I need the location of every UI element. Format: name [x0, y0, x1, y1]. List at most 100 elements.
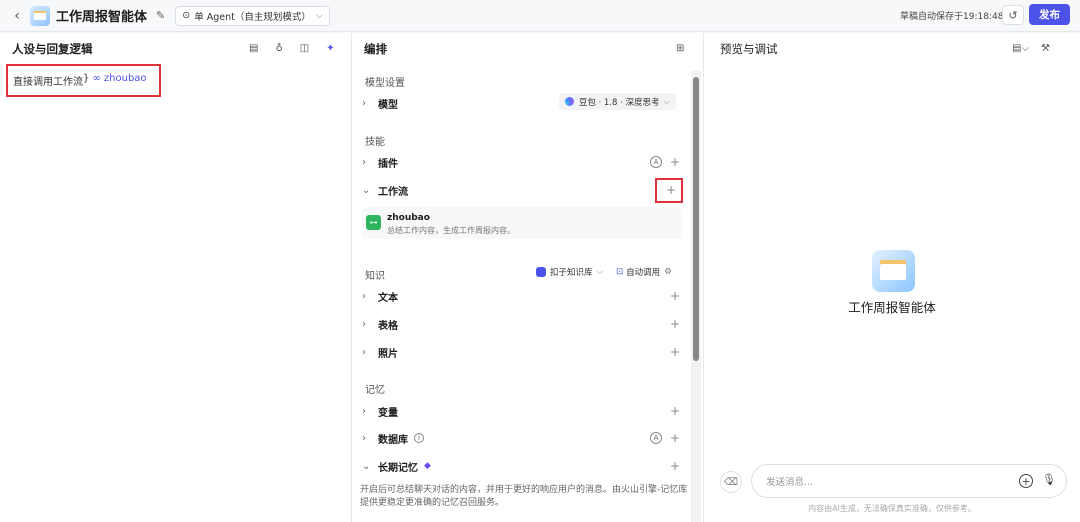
chevron-down-icon: ⌄ [362, 460, 371, 472]
clear-history-button[interactable]: ⌫ [720, 471, 742, 493]
add-workflow-highlight [655, 178, 683, 203]
workflow-item-desc: 总结工作内容，生成工作周报内容。 [387, 226, 515, 235]
add-database-icon[interactable]: + [670, 431, 680, 445]
variables-row[interactable]: › 变量 + [362, 400, 684, 422]
workflow-icon: ⊶ [366, 215, 381, 230]
ai-disclaimer: 内容由AI生成，无法确保真实准确，仅供参考。 [808, 504, 976, 513]
doubao-logo-icon [564, 97, 574, 106]
memory-section-label: 记忆 [365, 385, 385, 396]
chevron-right-icon: › [362, 432, 366, 444]
database-label: 数据库 [378, 434, 408, 446]
chevron-down-icon: ⌵ [663, 96, 670, 107]
back-arrow-icon[interactable]: ‹ [6, 8, 28, 24]
long-memory-description: 开启后可总结聊天对话的内容，并用于更好的响应用户的消息。由火山引擎-记忆库提供更… [360, 485, 688, 508]
scrollbar[interactable] [693, 77, 699, 361]
agent-icon: ⊙ [182, 10, 191, 21]
kb-source-selector[interactable]: 扣子知识库 ⌵ [536, 266, 603, 278]
chevron-right-icon: › [362, 156, 366, 168]
workflow-item-name: zhoubao [387, 213, 430, 223]
bulb-icon[interactable]: ♁ [275, 43, 282, 54]
chevron-down-icon: ⌵ [596, 267, 603, 277]
workflow-row[interactable]: ⌄ 工作流 + [362, 179, 684, 201]
photo-row[interactable]: › 照片 + [362, 341, 684, 363]
workflow-reference-label: zhoubao [103, 73, 147, 84]
workflow-reference-chip[interactable]: ∞ zhoubao [92, 73, 146, 84]
wrench-icon[interactable]: ⚒ [1041, 43, 1050, 54]
orchestration-panel: 编排 ⊞ 模型设置 › 模型 豆包 · 1.8 · 深度思考 ⌵ 技能 › 插件… [352, 33, 704, 522]
variables-label: 变量 [378, 407, 398, 419]
model-section-label: 模型设置 [365, 78, 405, 89]
database-row[interactable]: › 数据库 i A + [362, 427, 684, 449]
add-text-icon[interactable]: + [670, 289, 680, 303]
chevron-right-icon: › [362, 346, 366, 358]
bot-name: 工作周报智能体 [848, 300, 936, 315]
chevron-right-icon: › [362, 318, 366, 330]
table-label: 表格 [378, 320, 398, 332]
debug-view-icon[interactable]: ▤⌵ [1012, 43, 1029, 54]
auto-call-icon: ⊡ [616, 267, 624, 277]
orchestration-toolbar: ⊞ [676, 43, 684, 54]
info-icon[interactable]: i [414, 433, 424, 443]
layout-icon[interactable]: ◫ [300, 43, 309, 54]
message-placeholder: 发送消息... [766, 477, 814, 488]
template-icon[interactable]: ▤ [249, 43, 258, 54]
model-value: 豆包 · 1.8 · 深度思考 [578, 97, 660, 108]
kb-icon [536, 267, 546, 277]
chevron-right-icon: › [362, 97, 366, 109]
add-table-icon[interactable]: + [670, 317, 680, 331]
workflow-link-icon: ∞ [92, 73, 101, 84]
chevron-right-icon: › [362, 290, 366, 302]
add-long-memory-icon[interactable]: + [670, 459, 680, 473]
chevron-down-icon: ⌵ [315, 10, 323, 21]
chevron-right-icon: › [362, 405, 366, 417]
bot-avatar [872, 250, 915, 292]
skills-section-label: 技能 [365, 137, 385, 148]
chevron-down-icon: ⌄ [362, 184, 371, 196]
add-photo-icon[interactable]: + [670, 345, 680, 359]
brace-glyph: } [83, 73, 90, 84]
ai-optimize-icon[interactable]: ✦ [326, 43, 334, 54]
knowledge-section-label: 知识 [365, 271, 385, 282]
text-label: 文本 [378, 292, 398, 304]
add-attachment-icon[interactable]: + [1019, 474, 1033, 488]
plugins-row[interactable]: › 插件 A + [362, 151, 684, 173]
preview-panel: 预览与调试 ▤⌵ ⚒ 工作周报智能体 ⌫ 发送消息... + 🎙 内容由AI生成… [704, 33, 1080, 522]
add-plugin-icon[interactable]: + [670, 155, 680, 169]
message-input[interactable]: 发送消息... + 🎙 [751, 464, 1067, 498]
persona-panel: 人设与回复逻辑 ▤ ♁ ◫ ✦ 直接调用工作流} ∞ zhoubao [0, 33, 352, 522]
autosave-status: 草稿自动保存于19:18:48 [900, 12, 1004, 22]
auto-icon[interactable]: A [650, 432, 662, 444]
auto-icon[interactable]: A [650, 156, 662, 168]
history-button[interactable]: ↺ [1002, 5, 1024, 25]
top-bar: ‹ 工作周报智能体 ✎ ⊙ 单 Agent（自主规划模式） ⌵ 草稿自动保存于1… [0, 0, 1080, 32]
long-memory-label: 长期记忆 [378, 462, 418, 474]
premium-gem-icon: ◆ [424, 461, 431, 471]
broom-icon: ⌫ [723, 476, 739, 488]
model-row-label: 模型 [378, 99, 398, 111]
model-selector[interactable]: 豆包 · 1.8 · 深度思考 ⌵ [558, 93, 676, 110]
plugins-label: 插件 [378, 158, 398, 170]
microphone-icon[interactable]: 🎙 [1042, 473, 1056, 486]
prompt-editor[interactable]: 直接调用工作流} ∞ zhoubao [6, 64, 161, 97]
workflow-label: 工作流 [378, 186, 408, 198]
table-row[interactable]: › 表格 + [362, 313, 684, 335]
history-icon: ↺ [1008, 8, 1018, 22]
prompt-text: 直接调用工作流 [13, 77, 83, 88]
edit-icon[interactable]: ✎ [156, 9, 165, 22]
app-title: 工作周报智能体 [56, 10, 148, 25]
agent-mode-selector[interactable]: ⊙ 单 Agent（自主规划模式） ⌵ [175, 5, 330, 26]
settings-icon[interactable]: ⚙ [664, 267, 672, 277]
app-avatar-icon [30, 5, 50, 26]
add-variable-icon[interactable]: + [670, 404, 680, 418]
model-row[interactable]: › 模型 豆包 · 1.8 · 深度思考 ⌵ [362, 92, 684, 114]
grid-icon[interactable]: ⊞ [676, 43, 684, 54]
publish-button[interactable]: 发布 [1029, 4, 1070, 25]
photo-label: 照片 [378, 348, 398, 360]
kb-mode-selector[interactable]: ⊡ 自动调用 ⚙ [616, 266, 672, 278]
workflow-item[interactable]: ⊶ zhoubao 总结工作内容，生成工作周报内容。 [362, 207, 682, 239]
long-memory-row[interactable]: ⌄ 长期记忆 ◆ + [362, 455, 684, 477]
agent-mode-label: 单 Agent（自主规划模式） [194, 11, 311, 23]
kb-source-label: 扣子知识库 [550, 268, 593, 278]
persona-toolbar: ▤ ♁ ◫ ✦ [249, 43, 335, 54]
text-row[interactable]: › 文本 + [362, 285, 684, 307]
